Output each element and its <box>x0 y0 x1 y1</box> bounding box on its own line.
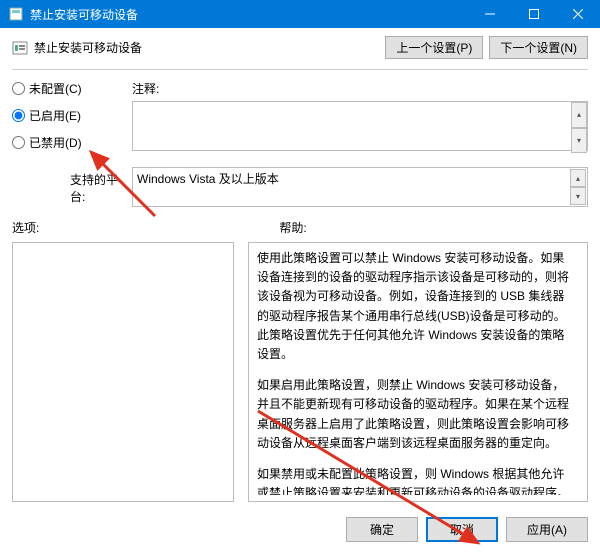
window-title: 禁止安装可移动设备 <box>30 6 468 23</box>
previous-setting-button[interactable]: 上一个设置(P) <box>385 36 483 59</box>
policy-icon <box>12 40 28 56</box>
minimize-button[interactable] <box>468 0 512 28</box>
radio-enabled[interactable]: 已启用(E) <box>12 107 132 124</box>
close-button[interactable] <box>556 0 600 28</box>
note-scrollbar[interactable]: ▴▾ <box>571 102 587 153</box>
help-panel: 使用此策略设置可以禁止 Windows 安装可移动设备。如果设备连接到的设备的驱… <box>248 242 588 502</box>
help-paragraph: 如果禁用或未配置此策略设置，则 Windows 根据其他允许或禁止策略设置来安装… <box>257 465 575 495</box>
apply-button[interactable]: 应用(A) <box>506 517 588 542</box>
options-label: 选项: <box>12 219 39 236</box>
platform-scrollbar[interactable]: ▴▾ <box>570 169 586 205</box>
help-scroll[interactable]: 使用此策略设置可以禁止 Windows 安装可移动设备。如果设备连接到的设备的驱… <box>257 249 579 495</box>
page-title: 禁止安装可移动设备 <box>34 39 142 56</box>
help-label: 帮助: <box>279 219 306 236</box>
maximize-button[interactable] <box>512 0 556 28</box>
title-bar: 禁止安装可移动设备 <box>0 0 600 28</box>
help-paragraph: 使用此策略设置可以禁止 Windows 安装可移动设备。如果设备连接到的设备的驱… <box>257 249 575 364</box>
radio-disabled[interactable]: 已禁用(D) <box>12 134 132 151</box>
options-panel <box>12 242 234 502</box>
platform-box: Windows Vista 及以上版本 ▴▾ <box>132 167 588 207</box>
radio-unconfigured[interactable]: 未配置(C) <box>12 80 132 97</box>
cancel-button[interactable]: 取消 <box>426 517 498 542</box>
note-textarea[interactable] <box>132 101 588 151</box>
help-paragraph: 如果启用此策略设置，则禁止 Windows 安装可移动设备，并且不能更新现有可移… <box>257 376 575 453</box>
window-icon <box>8 6 24 22</box>
platform-label: 支持的平台: <box>70 167 132 205</box>
note-label: 注释: <box>132 80 588 97</box>
platform-text: Windows Vista 及以上版本 <box>137 172 279 186</box>
divider <box>12 69 588 70</box>
next-setting-button[interactable]: 下一个设置(N) <box>489 36 588 59</box>
ok-button[interactable]: 确定 <box>346 517 418 542</box>
